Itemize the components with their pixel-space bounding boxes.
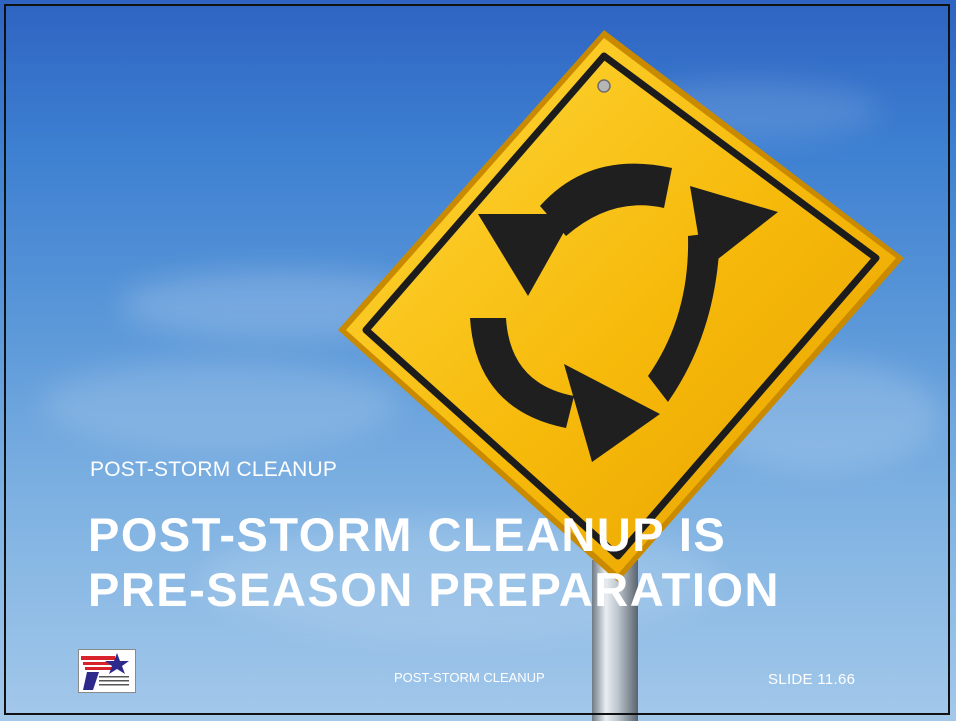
section-label: POST-STORM CLEANUP (90, 458, 338, 481)
slide: POST-STORM CLEANUP POST-STORM CLEANUP IS… (0, 0, 956, 721)
slide-title-line-2: PRE-SEASON PREPARATION (88, 563, 780, 616)
sign-bolt (597, 79, 611, 93)
slide-number: SLIDE 11.66 (768, 671, 856, 688)
txdot-logo-icon (78, 649, 136, 693)
slide-title-line-1: POST-STORM CLEANUP IS (88, 508, 727, 561)
txdot-logo-graphic (81, 653, 129, 690)
slide-title: POST-STORM CLEANUP IS PRE-SEASON PREPARA… (88, 507, 780, 617)
footer-title: POST-STORM CLEANUP (394, 670, 545, 685)
sign-face (346, 38, 896, 574)
